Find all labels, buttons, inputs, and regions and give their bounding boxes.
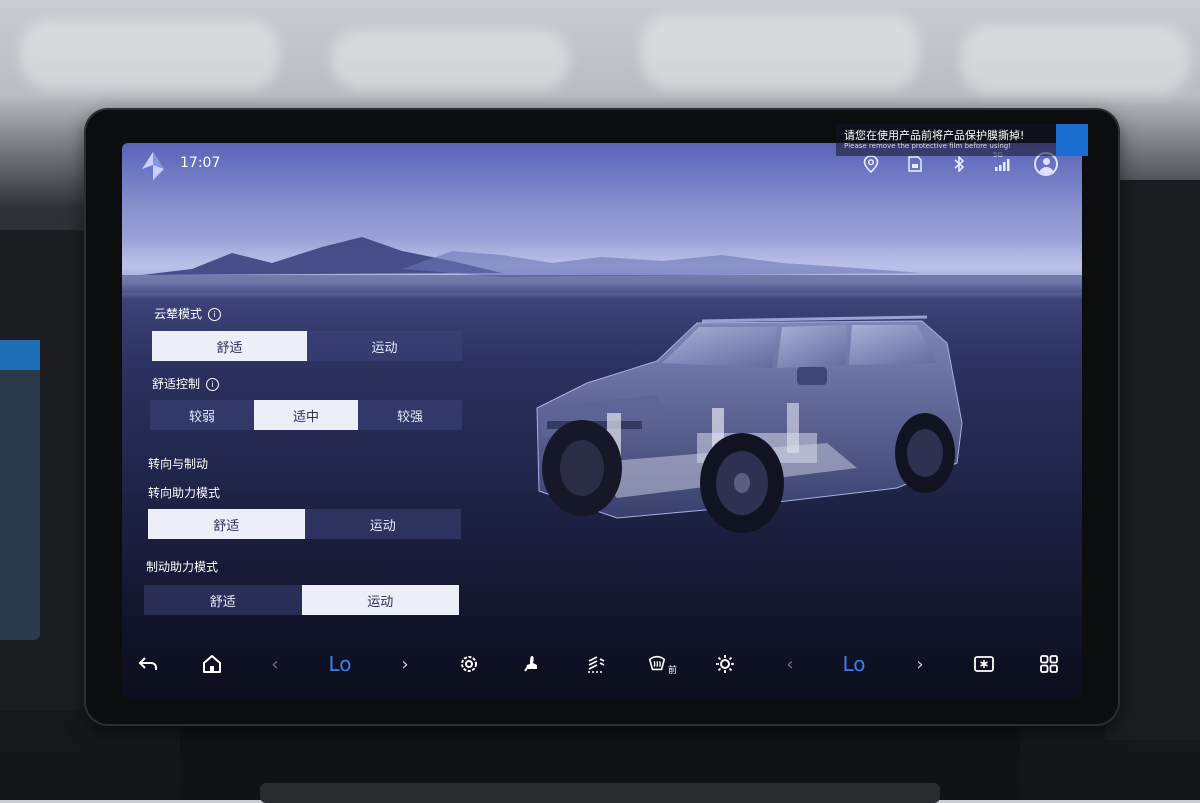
air-vent — [260, 783, 940, 803]
steering-braking-heading: 转向与制动 — [148, 457, 209, 471]
clock: 17:07 — [180, 155, 221, 171]
infotainment-screen: 17:07 5G 云辇模式i 舒适 运动 舒适控制i 较弱 适中 较强 转向与制… — [122, 143, 1082, 699]
brake-option-comfort[interactable]: 舒适 — [144, 585, 302, 615]
front-defrost-label: 前 — [667, 665, 677, 676]
suspension-mode-selector: 舒适 运动 — [152, 331, 462, 361]
suspension-option-sport[interactable]: 运动 — [307, 331, 462, 361]
comfort-option-strong[interactable]: 较强 — [358, 400, 462, 430]
suspension-option-comfort[interactable]: 舒适 — [152, 331, 307, 361]
home-icon[interactable] — [200, 649, 224, 679]
left-fan-increase-icon[interactable]: › — [397, 649, 413, 679]
airflow-icon[interactable] — [582, 649, 610, 679]
left-fan-level[interactable]: Lo — [322, 649, 358, 679]
dashboard-left — [0, 230, 95, 710]
background-car — [330, 30, 570, 90]
comfort-control-text: 舒适控制 — [152, 377, 201, 391]
film-tab — [1056, 124, 1088, 156]
suspension-mode-label: 云辇模式 i — [154, 305, 222, 322]
mountain-silhouette — [122, 237, 1082, 293]
brake-assist-selector: 舒适 运动 — [144, 585, 459, 615]
seat-icon[interactable] — [520, 649, 544, 679]
background-car — [960, 25, 1190, 95]
steering-option-comfort[interactable]: 舒适 — [148, 509, 305, 539]
background-car — [20, 20, 280, 90]
brake-option-sport[interactable]: 运动 — [301, 585, 459, 615]
protective-film-notice: 请您在使用产品前将产品保护膜撕掉! Please remove the prot… — [836, 124, 1088, 156]
steering-assist-label: 转向助力模式 — [148, 486, 221, 500]
right-fan-increase-icon[interactable]: › — [912, 649, 928, 679]
steering-assist-selector: 舒适 运动 — [148, 509, 461, 539]
comfort-control-selector: 较弱 适中 较强 — [150, 400, 462, 430]
ac-icon[interactable] — [972, 649, 996, 679]
front-defrost-icon[interactable]: 前 — [644, 649, 680, 679]
bottom-dock: ‹ Lo › 前 ‹ Lo › — [122, 639, 1082, 695]
film-notice-en: Please remove the protective film before… — [844, 142, 1012, 150]
dashboard-right — [1105, 180, 1200, 740]
center-console — [180, 725, 1020, 803]
left-fan-decrease-icon[interactable]: ‹ — [267, 649, 283, 679]
comfort-control-label: 舒适控制 i — [152, 375, 220, 392]
back-icon[interactable] — [136, 649, 160, 679]
comfort-option-medium[interactable]: 适中 — [254, 400, 358, 430]
info-icon[interactable]: i — [208, 308, 222, 321]
brightness-icon[interactable] — [713, 649, 737, 679]
background-car — [640, 15, 920, 90]
vehicle-chassis-illustration — [536, 315, 963, 533]
right-fan-decrease-icon[interactable]: ‹ — [782, 649, 798, 679]
brand-logo-icon — [142, 152, 164, 180]
apps-grid-icon[interactable] — [1037, 649, 1061, 679]
comfort-option-weak[interactable]: 较弱 — [150, 400, 254, 430]
suspension-mode-text: 云辇模式 — [154, 307, 203, 321]
right-fan-level[interactable]: Lo — [836, 649, 872, 679]
settings-gear-icon[interactable] — [457, 649, 481, 679]
film-notice-zh: 请您在使用产品前将产品保护膜撕掉! — [844, 129, 1025, 142]
brake-assist-label: 制动助力模式 — [146, 560, 219, 574]
instrument-display — [0, 340, 40, 640]
info-icon[interactable]: i — [206, 378, 220, 391]
steering-option-sport[interactable]: 运动 — [304, 509, 461, 539]
